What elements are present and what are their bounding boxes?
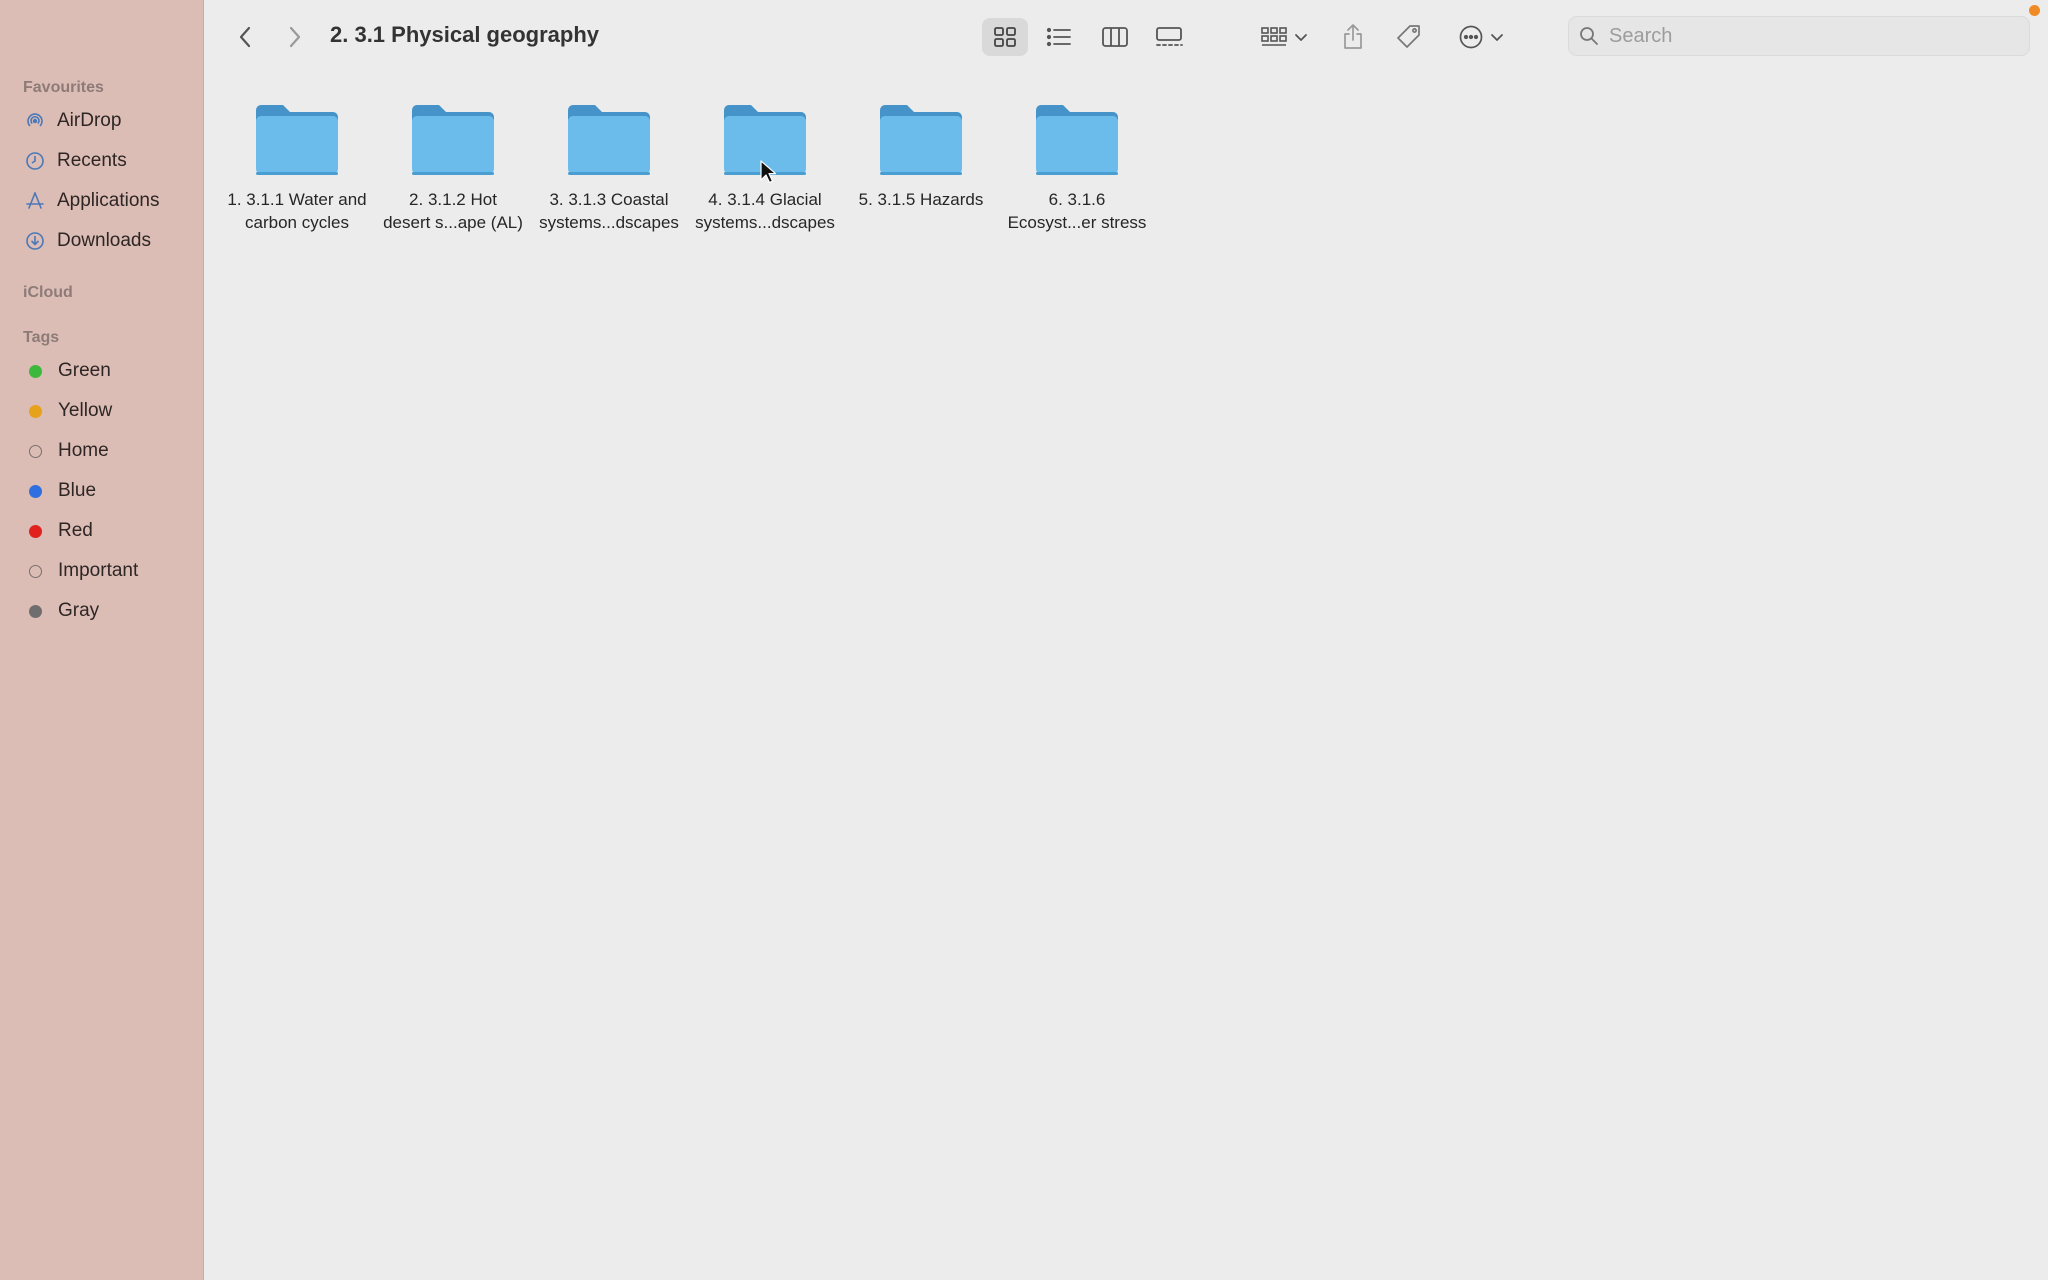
sidebar-item-label: Important bbox=[58, 560, 139, 581]
folder-label: 6. 3.1.6 Ecosyst...er stress bbox=[1007, 190, 1147, 232]
folder-icon bbox=[568, 105, 650, 175]
more-actions-button[interactable] bbox=[1454, 19, 1508, 55]
folder-item[interactable]: 6. 3.1.6 Ecosyst...er stress bbox=[999, 102, 1155, 234]
list-view-button[interactable] bbox=[1040, 19, 1078, 55]
sidebar-tag-important[interactable]: Important bbox=[24, 554, 200, 588]
tag-dot-hollow-icon bbox=[29, 444, 42, 458]
folder-label: 5. 3.1.5 Hazards bbox=[858, 190, 984, 209]
folder-icon bbox=[1036, 105, 1118, 175]
grid-view-icon bbox=[994, 27, 1016, 47]
airdrop-icon bbox=[24, 110, 46, 132]
gallery-view-button[interactable] bbox=[1150, 19, 1188, 55]
recording-indicator-dot bbox=[2029, 5, 2040, 16]
folder-label: 3. 3.1.3 Coastal systems...dscapes bbox=[539, 190, 679, 232]
icloud-heading[interactable]: iCloud bbox=[23, 284, 73, 302]
folder-label: 4. 3.1.4 Glacial systems...dscapes bbox=[695, 190, 835, 232]
sidebar-tag-home[interactable]: Home bbox=[24, 434, 200, 468]
tag-dot-icon bbox=[29, 364, 42, 378]
search-field[interactable] bbox=[1568, 16, 2030, 56]
folder-item[interactable]: 2. 3.1.2 Hot desert s...ape (AL) bbox=[375, 102, 531, 234]
sidebar: Favourites AirDrop Recents Applications … bbox=[0, 0, 204, 1280]
share-icon bbox=[1344, 24, 1362, 49]
icon-view-button[interactable] bbox=[986, 19, 1024, 55]
file-grid: 1. 3.1.1 Water and carbon cycles 2. 3.1.2… bbox=[205, 74, 2048, 1280]
column-view-icon bbox=[1102, 27, 1128, 47]
sidebar-tag-yellow[interactable]: Yellow bbox=[24, 394, 200, 428]
sidebar-item-recents[interactable]: Recents bbox=[24, 144, 200, 178]
sidebar-tag-blue[interactable]: Blue bbox=[24, 474, 200, 508]
favourites-heading: Favourites bbox=[23, 79, 104, 96]
applications-icon bbox=[24, 190, 46, 212]
forward-button[interactable] bbox=[280, 19, 310, 55]
chevron-right-icon bbox=[289, 26, 301, 48]
folder-label: 1. 3.1.1 Water and carbon cycles bbox=[227, 190, 367, 232]
search-icon bbox=[1580, 27, 1598, 45]
chevron-down-icon bbox=[1295, 34, 1307, 41]
mouse-cursor-icon bbox=[760, 160, 776, 184]
clock-icon bbox=[24, 150, 46, 172]
sidebar-item-airdrop[interactable]: AirDrop bbox=[24, 104, 200, 138]
gallery-view-icon bbox=[1156, 27, 1183, 46]
tag-dot-icon bbox=[29, 484, 42, 498]
sidebar-tag-red[interactable]: Red bbox=[24, 514, 200, 548]
folder-label: 2. 3.1.2 Hot desert s...ape (AL) bbox=[383, 190, 523, 232]
sidebar-item-label: Yellow bbox=[58, 400, 113, 421]
column-view-button[interactable] bbox=[1096, 19, 1134, 55]
search-input[interactable] bbox=[1609, 24, 2009, 48]
tag-dot-hollow-icon bbox=[29, 564, 42, 578]
sidebar-item-label: Red bbox=[58, 520, 93, 541]
tag-button[interactable] bbox=[1392, 19, 1426, 55]
tag-dot-icon bbox=[29, 404, 42, 418]
tag-icon bbox=[1397, 25, 1420, 48]
sidebar-item-applications[interactable]: Applications bbox=[24, 184, 200, 218]
ellipsis-circle-icon bbox=[1459, 25, 1483, 49]
chevron-down-icon bbox=[1491, 34, 1503, 41]
sidebar-tag-gray[interactable]: Gray bbox=[24, 594, 200, 628]
sidebar-item-label: Home bbox=[58, 440, 109, 461]
window-title: 2. 3.1 Physical geography bbox=[330, 22, 600, 47]
folder-item[interactable]: 1. 3.1.1 Water and carbon cycles bbox=[219, 102, 375, 234]
sidebar-item-label: Gray bbox=[58, 600, 100, 621]
folder-icon bbox=[256, 105, 338, 175]
tag-dot-icon bbox=[29, 604, 42, 618]
folder-icon bbox=[412, 105, 494, 175]
back-button[interactable] bbox=[230, 19, 260, 55]
list-view-icon bbox=[1046, 27, 1071, 47]
sidebar-item-label: Downloads bbox=[57, 230, 151, 251]
sidebar-tag-green[interactable]: Green bbox=[24, 354, 200, 388]
sidebar-item-label: AirDrop bbox=[57, 110, 122, 131]
folder-icon bbox=[880, 105, 962, 175]
group-grid-icon bbox=[1261, 27, 1287, 46]
sidebar-item-label: Applications bbox=[57, 190, 160, 211]
sidebar-item-downloads[interactable]: Downloads bbox=[24, 224, 200, 258]
sidebar-item-label: Green bbox=[58, 360, 111, 381]
share-button[interactable] bbox=[1336, 19, 1370, 55]
group-by-button[interactable] bbox=[1256, 19, 1312, 55]
sidebar-item-label: Blue bbox=[58, 480, 97, 501]
tag-dot-icon bbox=[29, 524, 42, 538]
chevron-left-icon bbox=[239, 26, 251, 48]
folder-item[interactable]: 5. 3.1.5 Hazards bbox=[843, 102, 999, 211]
folder-item[interactable]: 3. 3.1.3 Coastal systems...dscapes bbox=[531, 102, 687, 234]
sidebar-item-label: Recents bbox=[57, 150, 127, 171]
download-icon bbox=[24, 230, 46, 252]
tags-heading[interactable]: Tags bbox=[23, 329, 59, 347]
